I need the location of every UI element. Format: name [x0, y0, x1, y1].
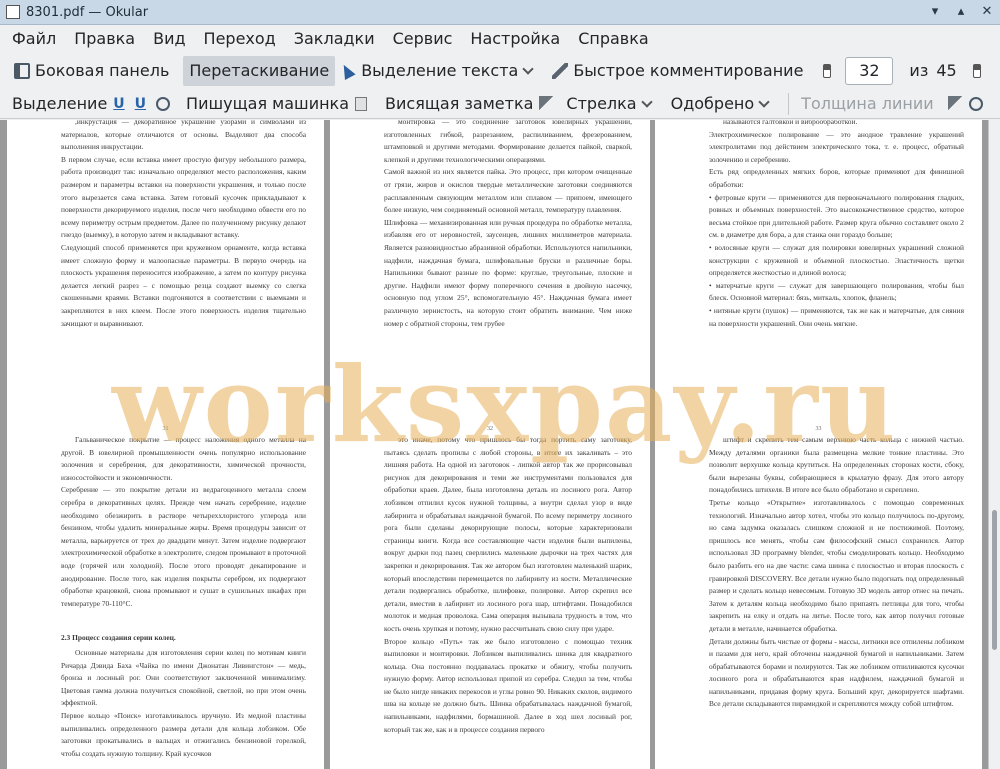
annotation-toolbar: Выделение U U Пишущая машинка Висящая за… [0, 89, 1000, 119]
note-icon [355, 96, 368, 111]
chevron-down-icon [758, 95, 770, 108]
page-33: 33 штифт и скрепить тем самым верхнюю ча… [655, 404, 982, 769]
strikeout-icon[interactable] [156, 96, 171, 111]
sidebar-button[interactable]: Боковая панель [8, 56, 175, 86]
page-navigation: 32 из 45 [817, 56, 1000, 86]
chevron-down-icon [640, 95, 653, 108]
menubar: Файл Правка Вид Переход Закладки Сервис … [0, 25, 1000, 51]
window-maximize-button[interactable]: ▴ [952, 3, 970, 21]
opacity-icon[interactable] [968, 96, 983, 111]
section-heading: 2.3 Процесс создания серии колец. [61, 633, 176, 642]
menu-bookmarks[interactable]: Закладки [294, 29, 375, 48]
color-icon[interactable] [947, 95, 964, 112]
cursor-icon [338, 61, 356, 80]
menu-edit[interactable]: Правка [74, 29, 135, 48]
scrollbar-thumb[interactable] [992, 510, 997, 650]
pen-icon [552, 62, 569, 79]
next-page-icon[interactable] [972, 63, 981, 78]
squiggle-icon[interactable]: U [135, 96, 146, 112]
hanging-note-tool[interactable]: Висящая заметка [379, 89, 539, 119]
toolbar-separator [788, 92, 790, 115]
vertical-scrollbar[interactable] [988, 120, 1000, 769]
menu-settings[interactable]: Настройка [470, 29, 560, 48]
menu-go[interactable]: Переход [204, 29, 276, 48]
page-total: 45 [936, 61, 957, 80]
main-toolbar: Боковая панель Перетаскивание Выделение … [0, 53, 1000, 88]
page-31-text-2: Основные материалы для изготовления сери… [61, 648, 306, 758]
page-number: 31 [162, 426, 169, 432]
stamp-tool[interactable]: Одобрено [665, 89, 783, 119]
brush-icon [539, 95, 556, 112]
window-minimize-button[interactable]: ▾ [926, 3, 944, 21]
page-32: 32 это иначе, потому что пришлось бы тог… [330, 404, 650, 769]
document-viewport[interactable]: ,инкрустация — декоративное украшение уз… [0, 120, 988, 769]
page-of-label: из [909, 61, 929, 80]
window-close-button[interactable]: ✕ [978, 3, 996, 21]
previous-page-icon[interactable] [823, 63, 832, 78]
browse-tool-button[interactable]: Перетаскивание [183, 55, 336, 86]
page-33-text: штифт и скрепить тем самым верхнюю часть… [709, 435, 964, 709]
window-title: 8301.pdf — Okular [26, 4, 149, 20]
menu-help[interactable]: Справка [578, 29, 649, 48]
page-31: 31 Гальваническое покрытие — процесс нал… [7, 404, 324, 769]
menu-view[interactable]: Вид [153, 29, 185, 48]
okular-app-icon [6, 5, 20, 19]
underline-icon[interactable]: U [113, 96, 124, 112]
arrow-tool[interactable]: Стрелка [560, 89, 664, 119]
menu-tools[interactable]: Сервис [393, 29, 453, 48]
page-31b-text: монтировка — это соединение заготовок юв… [384, 120, 632, 328]
chevron-down-icon [522, 62, 534, 75]
page-number: 33 [815, 426, 822, 432]
page-32-text: это иначе, потому что пришлось бы тогда … [384, 435, 632, 734]
sidebar-icon [14, 62, 30, 79]
page-number: 32 [487, 426, 493, 432]
text-select-tool-button[interactable]: Выделение текста [335, 56, 546, 86]
menu-file[interactable]: Файл [12, 29, 56, 48]
typewriter-tool[interactable]: Пишущая машинка [180, 89, 355, 119]
quick-annotations-button[interactable]: Быстрое комментирование [546, 56, 809, 86]
line-width-control[interactable]: Толщина линии [795, 89, 940, 119]
page-32b-text: называются галтовкой и виброобработкой. … [709, 120, 964, 328]
page-30-text: ,инкрустация — декоративное украшение уз… [61, 120, 306, 328]
window-titlebar: 8301.pdf — Okular ▾ ▴ ✕ [0, 0, 1000, 25]
page-31-text: Гальваническое покрытие — процесс наложе… [61, 435, 306, 608]
highlight-tool[interactable]: Выделение [6, 89, 113, 119]
page-number-input[interactable]: 32 [845, 56, 894, 85]
